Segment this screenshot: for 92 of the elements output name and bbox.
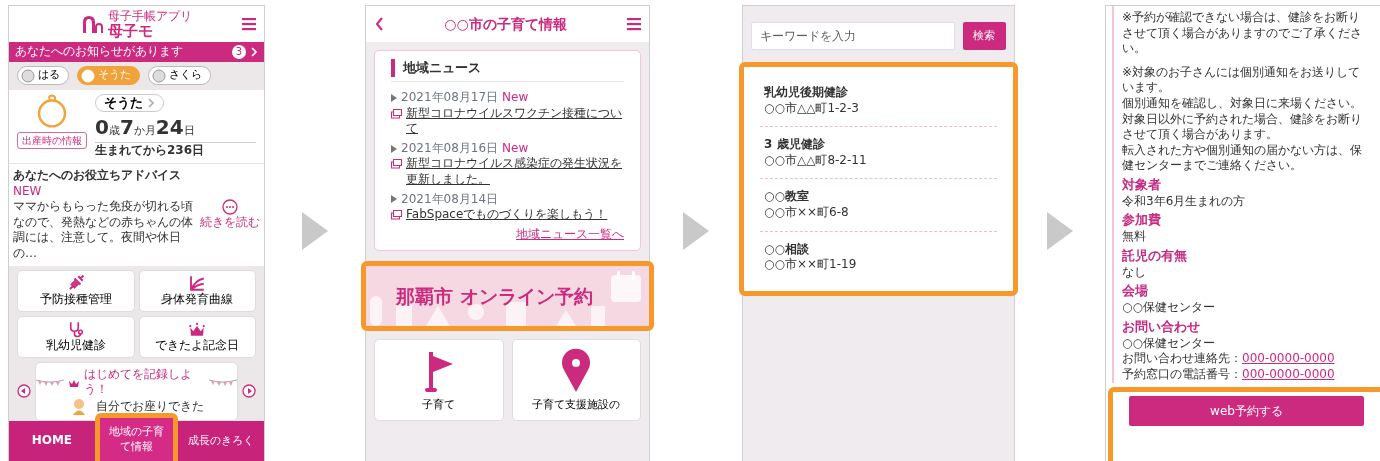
avatar-icon	[152, 68, 166, 83]
news-list-link[interactable]: 地域ニュース一覧へ	[516, 226, 624, 241]
logo-caption: 母子手帳アプリ	[107, 8, 192, 24]
document-icon	[391, 108, 402, 119]
body-text: 対象日以外に予約された場合、健診をお断りさせて頂く場合があります。	[1122, 111, 1363, 143]
phone-link[interactable]: 000-0000-0000	[1242, 351, 1335, 367]
menu-tile[interactable]: 身体発育曲線	[138, 269, 256, 312]
contact-label: お問い合わせ連絡先：	[1122, 351, 1242, 367]
reserve-button[interactable]: web予約する	[1129, 395, 1364, 426]
speech-bubble-icon	[222, 199, 238, 216]
notice-bar[interactable]: あなたへのお知らせがあります 3	[9, 42, 264, 62]
days-since-birth: 生まれてから236日	[95, 142, 256, 160]
menu-tile[interactable]: 予防接種管理	[17, 269, 135, 312]
previous-icon	[17, 384, 31, 399]
nav-tab[interactable]: HOME	[9, 421, 95, 461]
child-tab[interactable]: はる	[17, 66, 69, 85]
milestone-text: 自分でお座りできた	[95, 399, 204, 415]
growth-curve-icon	[188, 273, 207, 292]
section-title: 地域ニュース	[403, 59, 481, 77]
calendar-icon	[609, 270, 643, 305]
section-value: ○○保健センター	[1122, 300, 1216, 316]
next-arrow-icon	[683, 212, 709, 250]
result-address: ○○市△△町1-2-3	[764, 100, 860, 117]
menu-tile[interactable]: 乳幼児健診	[17, 315, 135, 358]
chevron-right-icon	[147, 98, 155, 109]
contact-label: 予約窓口の電話番号：	[1122, 366, 1242, 383]
menu-icon	[242, 17, 256, 31]
result-address: ○○市××町1-19	[764, 257, 858, 273]
result-title[interactable]: ○○相談	[764, 241, 993, 258]
result-address: ○○市××町6-8	[764, 204, 850, 221]
search-field[interactable]: キーワードを入力	[751, 22, 955, 50]
phone-link[interactable]: 000-0000-0000	[1242, 366, 1335, 383]
new-label: New	[502, 90, 529, 106]
next-arrow-icon	[302, 212, 328, 250]
accent-bar-icon	[391, 59, 395, 77]
section-value: 令和3年6月生まれの方	[1122, 193, 1247, 210]
bullet-icon	[391, 93, 397, 102]
bunting-icon	[209, 377, 237, 387]
chevron-right-icon	[250, 46, 258, 57]
menu-tile[interactable]: 子育て	[374, 339, 504, 422]
news-date: 2021年08月16日	[401, 140, 499, 157]
avatar-icon	[21, 68, 35, 83]
child-tab[interactable]: さくら	[148, 66, 211, 85]
new-label: New	[502, 140, 529, 157]
section-heading: 参加費	[1122, 212, 1162, 230]
notice-text: あなたへのお知らせがあります	[15, 44, 183, 60]
result-address: ○○市△△町8-2-11	[764, 152, 868, 169]
search-button[interactable]: 検索	[962, 22, 1006, 50]
screen-title: ○○市の子育て情報	[444, 14, 567, 34]
menu-icon	[627, 17, 641, 31]
age-text: 0歳7か月 24日	[95, 116, 195, 139]
body-text: 個別通知を確認し、対象日に来場ください。	[1122, 95, 1363, 112]
result-title[interactable]: 乳幼児後期健診	[764, 85, 993, 101]
result-title[interactable]: 3 歳児健診	[764, 137, 993, 153]
section-value: なし	[1122, 264, 1147, 281]
body-text: ※予約が確認できない場合は、健診をお断りさせて頂く場合がありますのでご了承ください。	[1122, 10, 1363, 57]
news-date: 2021年08月14日	[401, 191, 499, 208]
section-heading: 会場	[1122, 283, 1149, 301]
nav-tab[interactable]: 地域の子育て情報	[99, 418, 174, 461]
section-value: 無料	[1122, 229, 1147, 245]
news-link[interactable]: FabSpaceでものづくりを楽しもう！	[406, 207, 608, 223]
section-heading: 対象者	[1122, 176, 1162, 194]
body-text: ※対象のお子さんには個別通知をお送りしています。	[1122, 64, 1362, 96]
menu-tile[interactable]: できたよ記念日	[138, 315, 256, 358]
next-arrow-icon	[1047, 212, 1073, 250]
news-link[interactable]: 新型コロナウイルス感染症の発生状況を更新しました。	[406, 156, 624, 188]
count-badge: 3	[232, 44, 246, 59]
avatar-icon	[81, 68, 95, 83]
document-icon	[391, 159, 402, 170]
advice-text: ママからもらった免疫が切れる頃なので、発熱などの赤ちゃんの体調には、注意して。夜間や休日の…	[13, 199, 194, 262]
menu-tile[interactable]: 子育て支援施設の	[511, 339, 641, 422]
logo-title: 母子モ	[107, 24, 154, 40]
read-more-link[interactable]: 続きを読む	[200, 215, 260, 231]
section-value: ○○保健センター	[1122, 335, 1216, 352]
bullet-icon	[391, 144, 397, 153]
nav-tab[interactable]: 成長のきろく	[178, 421, 264, 461]
section-heading: 託児の有無	[1122, 247, 1188, 265]
name-button[interactable]: そうた	[95, 93, 164, 113]
birth-info-button[interactable]: 出産時の情報	[17, 131, 87, 149]
bunting-icon	[36, 377, 64, 387]
body-text: 転入された方や個別通知の届かない方は、保健センターまでご連絡ください。	[1122, 142, 1363, 174]
advice-title: あなたへのお役立ちアドバイス NEW	[13, 168, 182, 200]
logo-icon	[81, 14, 104, 34]
document-icon	[391, 210, 402, 221]
bullet-icon	[391, 195, 397, 204]
section-heading: お問い合わせ	[1122, 318, 1201, 336]
next-icon	[242, 384, 256, 399]
result-title[interactable]: ○○教室	[764, 189, 993, 205]
back-icon	[374, 16, 384, 32]
milestone-title: はじめてを記録しよう！	[84, 366, 193, 398]
news-date: 2021年08月17日	[401, 90, 499, 106]
news-link[interactable]: 新型コロナウイルスワクチン接種について	[406, 105, 624, 137]
